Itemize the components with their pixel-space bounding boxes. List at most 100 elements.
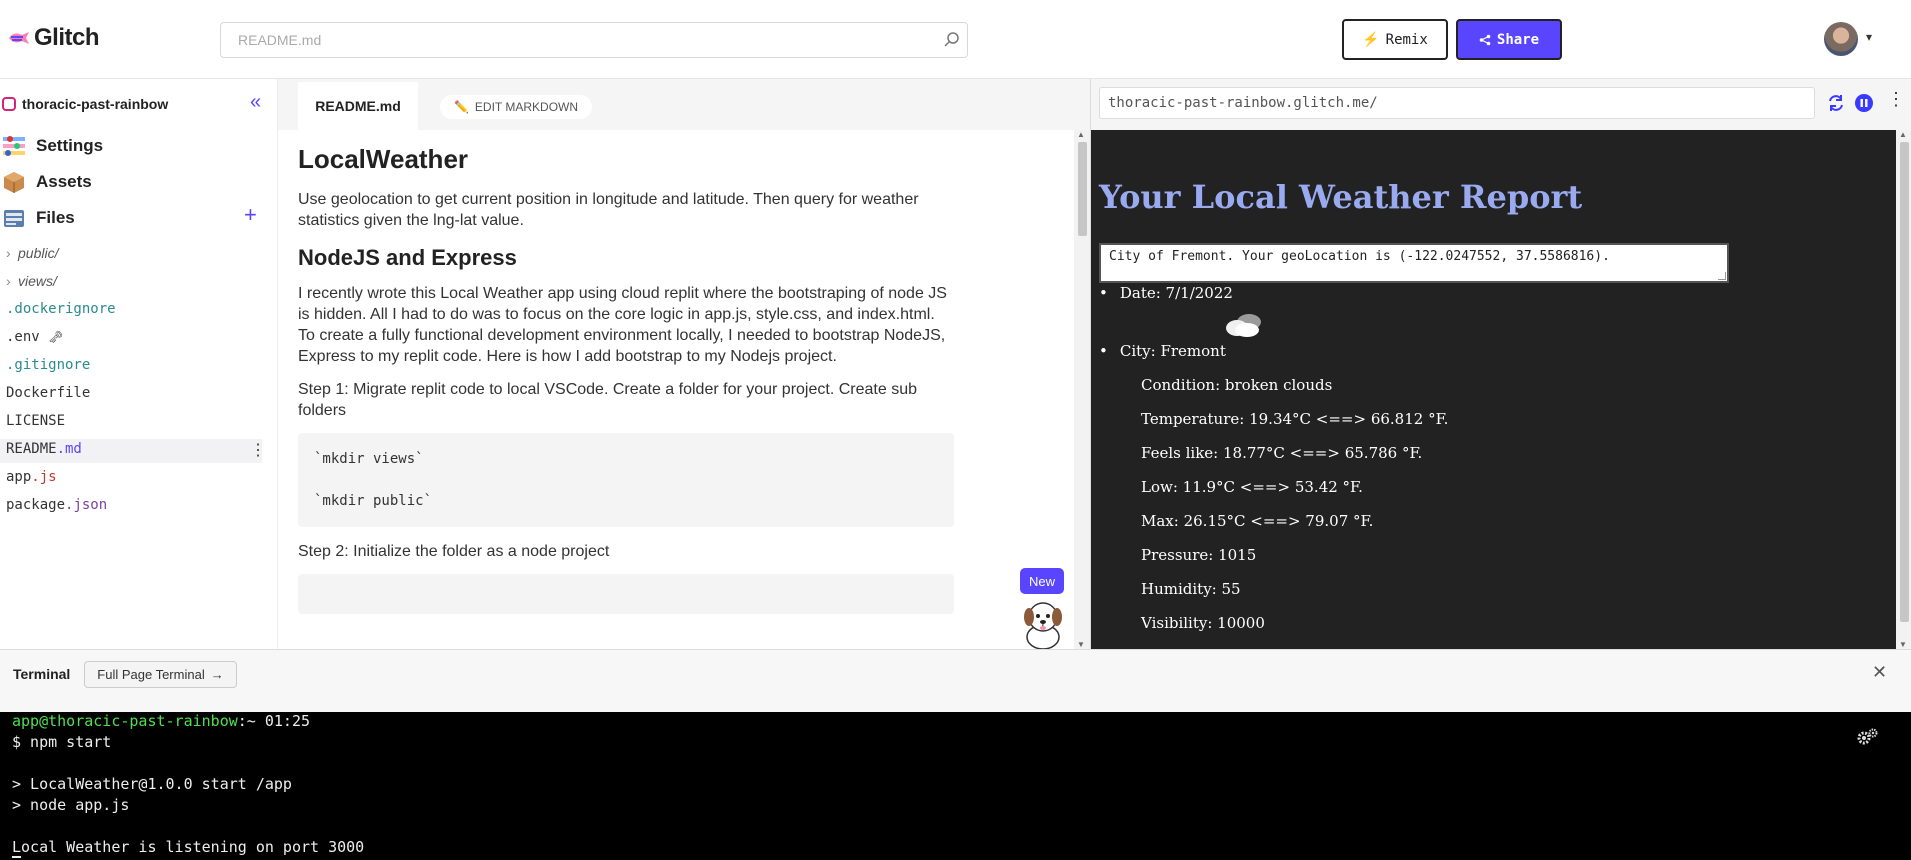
readme-paragraph: Step 1: Migrate replit code to local VSC… xyxy=(298,381,917,419)
files-icon xyxy=(4,210,24,227)
file-dockerignore[interactable]: .dockerignore xyxy=(6,298,116,320)
project-header[interactable]: thoracic-past-rainbow « xyxy=(0,91,278,117)
weather-temperature: Temperature: 19.34°C <==> 66.812 °F. xyxy=(1141,410,1449,428)
file-package-json[interactable]: package.json xyxy=(6,494,107,516)
add-file-icon[interactable]: + xyxy=(244,202,257,228)
scroll-down-icon[interactable]: ▼ xyxy=(1899,640,1907,649)
glitch-brand: Glitch xyxy=(34,24,100,51)
file-env[interactable]: .env 🗝 xyxy=(6,326,63,348)
file-extension: .json xyxy=(65,497,108,513)
file-dockerfile[interactable]: Dockerfile xyxy=(6,382,90,404)
weather-condition: Condition: broken clouds xyxy=(1141,376,1333,394)
code-block xyxy=(298,574,954,614)
sidebar-item-files[interactable]: Files xyxy=(0,203,278,233)
file-name: Dockerfile xyxy=(6,385,91,401)
file-name: .dockerignore xyxy=(6,301,116,317)
file-name: .gitignore xyxy=(6,357,91,373)
share-icon xyxy=(1479,34,1491,45)
edit-markdown-label: EDIT MARKDOWN xyxy=(474,100,579,114)
terminal-title: Terminal xyxy=(13,666,71,682)
scroll-up-icon[interactable]: ▲ xyxy=(1077,130,1085,139)
scrollbar-thumb[interactable] xyxy=(1078,142,1087,236)
share-label: Share xyxy=(1496,31,1540,48)
gear-icon[interactable] xyxy=(1856,728,1878,746)
full-page-terminal-button[interactable]: Full Page Terminal → xyxy=(84,661,237,688)
readme-subheading: NodeJS and Express xyxy=(298,245,517,270)
editor-panel: README.md ✏️ EDIT MARKDOWN LocalWeather … xyxy=(278,79,1090,649)
sidebar-item-settings[interactable]: Settings xyxy=(0,131,278,161)
new-badge[interactable]: New xyxy=(1020,568,1064,594)
terminal-line: $ npm start xyxy=(12,733,112,751)
sidebar: thoracic-past-rainbow « Settings Assets … xyxy=(0,79,278,649)
sidebar-item-label: Settings xyxy=(36,136,104,155)
pencil-icon: ✏️ xyxy=(453,100,469,114)
key-icon: 🗝 xyxy=(48,330,64,344)
pause-icon[interactable] xyxy=(1854,93,1874,113)
weather-city: City: Fremont xyxy=(1099,342,1226,360)
weather-title: Your Local Weather Report xyxy=(1099,178,1583,216)
weather-max: Max: 26.15°C <==> 79.07 °F. xyxy=(1141,512,1374,530)
project-icon xyxy=(2,97,16,111)
geolocation-text: City of Fremont. Your geoLocation is (-1… xyxy=(1109,249,1610,264)
preview-url-bar[interactable]: thoracic-past-rainbow.glitch.me/ xyxy=(1099,87,1815,119)
file-gitignore[interactable]: .gitignore xyxy=(6,354,90,376)
weather-humidity: Humidity: 55 xyxy=(1141,580,1241,598)
glitch-fish-icon xyxy=(9,32,29,44)
chevron-down-icon[interactable]: ▾ xyxy=(1866,30,1872,44)
more-options-icon[interactable]: ⋮ xyxy=(250,440,266,460)
scrollbar-thumb[interactable] xyxy=(1900,142,1909,622)
terminal-output[interactable]: app@thoracic-past-rainbow:~ 01:25 $ npm … xyxy=(0,712,1911,860)
file-license[interactable]: LICENSE xyxy=(6,410,65,432)
more-options-icon[interactable]: ⋮ xyxy=(1887,89,1905,110)
code-block: `mkdir views` `mkdir public` xyxy=(298,433,954,527)
prompt-user: app@thoracic-past-rainbow xyxy=(12,712,238,730)
sidebar-item-label: Files xyxy=(36,208,75,227)
file-readme[interactable]: README.md xyxy=(6,438,82,460)
terminal-line: > LocalWeather@1.0.0 start /app xyxy=(12,775,292,793)
glitch-logo[interactable]: Glitch xyxy=(8,24,100,52)
terminal-header: Terminal Full Page Terminal → ✕ xyxy=(0,649,1911,712)
weather-visibility: Visibility: 10000 xyxy=(1141,614,1265,632)
preview-panel: thoracic-past-rainbow.glitch.me/ ⋮ Your … xyxy=(1090,79,1911,649)
lightning-icon: ⚡ xyxy=(1362,31,1380,47)
chevron-right-icon: › xyxy=(6,273,11,289)
folder-views[interactable]: › views/ xyxy=(6,270,57,292)
terminal-line: > node app.js xyxy=(12,796,130,814)
sidebar-item-assets[interactable]: Assets xyxy=(0,167,278,197)
weather-pressure: Pressure: 1015 xyxy=(1141,546,1257,564)
close-icon[interactable]: ✕ xyxy=(1872,662,1887,683)
editor-scrollbar[interactable]: ▲ ▼ xyxy=(1074,130,1090,649)
share-button[interactable]: Share xyxy=(1456,19,1562,60)
geolocation-textarea[interactable]: City of Fremont. Your geoLocation is (-1… xyxy=(1099,243,1729,283)
user-avatar[interactable] xyxy=(1824,22,1858,56)
tab-readme[interactable]: README.md xyxy=(298,82,418,130)
search-icon[interactable] xyxy=(943,31,961,49)
search-input[interactable] xyxy=(221,23,921,57)
file-name: README xyxy=(6,441,57,457)
file-extension: .js xyxy=(31,469,57,485)
edit-markdown-button[interactable]: ✏️ EDIT MARKDOWN xyxy=(440,95,592,119)
terminal-prompt-line: app@thoracic-past-rainbow:~ 01:25 xyxy=(12,712,310,730)
prompt-path-time: :~ 01:25 xyxy=(237,712,311,730)
file-extension: .md xyxy=(56,441,82,457)
folder-public[interactable]: › public/ xyxy=(6,242,58,264)
remix-button[interactable]: ⚡ Remix xyxy=(1342,19,1448,60)
dog-mascot-icon[interactable] xyxy=(1015,597,1071,649)
broken-clouds-icon xyxy=(1226,314,1261,337)
weather-date: Date: 7/1/2022 xyxy=(1099,284,1233,302)
file-name: app xyxy=(6,469,32,485)
markdown-preview[interactable]: LocalWeather Use geolocation to get curr… xyxy=(278,130,1074,649)
file-app-js[interactable]: app.js xyxy=(6,466,57,488)
preview-scrollbar[interactable]: ▲ ▼ xyxy=(1896,130,1911,649)
collapse-sidebar-icon[interactable]: « xyxy=(250,91,261,114)
project-name[interactable]: thoracic-past-rainbow xyxy=(22,96,168,112)
resize-handle[interactable] xyxy=(1718,272,1726,280)
scroll-up-icon[interactable]: ▲ xyxy=(1899,130,1907,139)
search-box[interactable] xyxy=(220,22,968,58)
app-preview-frame[interactable]: Your Local Weather Report City of Fremon… xyxy=(1091,130,1896,649)
readme-paragraph: I recently wrote this Local Weather app … xyxy=(298,285,947,365)
weather-feels-like: Feels like: 18.77°C <==> 65.786 °F. xyxy=(1141,444,1423,462)
file-name: public/ xyxy=(18,245,59,261)
refresh-icon[interactable] xyxy=(1826,93,1846,113)
scroll-down-icon[interactable]: ▼ xyxy=(1077,640,1085,649)
